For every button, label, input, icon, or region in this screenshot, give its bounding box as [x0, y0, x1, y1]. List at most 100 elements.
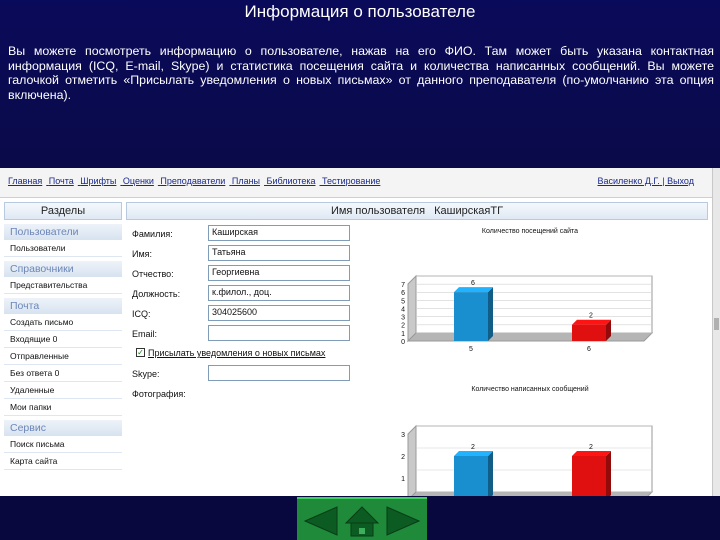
chart-y-tick-label: 1	[401, 476, 405, 483]
vertical-scrollbar[interactable]	[712, 168, 720, 496]
chart-y-tick-label: 4	[401, 306, 405, 313]
sidebar-section-users: Пользователи	[4, 224, 122, 240]
field-label: Email:	[132, 329, 158, 339]
patronymic-field[interactable]: Георгиевна	[208, 265, 350, 281]
sidebar-section-mail: Почта	[4, 298, 122, 314]
field-row-icq: ICQ: 304025600	[130, 304, 352, 324]
chart-back-wall	[415, 425, 653, 493]
top-nav: Главная Почта Шрифты Оценки Преподавател…	[8, 176, 384, 186]
chart-data-label: 6	[471, 280, 475, 287]
sidebar-section-directories: Справочники	[4, 261, 122, 277]
profile-header-label: Имя пользователя	[330, 205, 426, 217]
sidebar-item-unanswered[interactable]: Без ответа 0	[4, 365, 122, 382]
prev-arrow-icon[interactable]	[303, 505, 339, 537]
field-label: Отчество:	[132, 269, 174, 279]
chart-bar	[572, 324, 606, 341]
nav-main[interactable]: Главная	[8, 176, 42, 186]
sidebar-item-compose[interactable]: Создать письмо	[4, 314, 122, 331]
field-row-lastname: Фамилия: Каширская	[130, 224, 352, 244]
current-user-link[interactable]: Василенко Д.Г.	[598, 176, 660, 186]
nav-library[interactable]: Библиотека	[267, 176, 316, 186]
chart-bar-top	[572, 451, 611, 456]
sidebar-item-sent[interactable]: Отправленные	[4, 348, 122, 365]
field-row-email: Email:	[130, 324, 352, 344]
top-navigation-bar: Главная Почта Шрифты Оценки Преподавател…	[0, 168, 712, 198]
skype-field[interactable]	[208, 365, 350, 381]
firstname-field[interactable]: Татьяна	[208, 245, 350, 261]
sidebar-section-service: Сервис	[4, 420, 122, 436]
notify-row: ✓ Присылать уведомления о новых письмах	[130, 344, 352, 364]
chart-back-wall	[415, 275, 653, 334]
browser-screenshot: Главная Почта Шрифты Оценки Преподавател…	[0, 168, 720, 496]
field-row-firstname: Имя: Татьяна	[130, 244, 352, 264]
user-links: Василенко Д.Г. | Выход	[598, 176, 694, 186]
nav-testing[interactable]: Тестирование	[322, 176, 380, 186]
nav-grades[interactable]: Оценки	[123, 176, 154, 186]
chart-y-tick-label: 2	[401, 454, 405, 461]
field-row-patronymic: Отчество: Георгиевна	[130, 264, 352, 284]
nav-teachers[interactable]: Преподаватели	[160, 176, 225, 186]
field-label: Фотография:	[132, 389, 186, 399]
chart-bar	[454, 456, 488, 496]
chart-bar-top	[572, 319, 611, 325]
nav-fonts[interactable]: Шрифты	[80, 176, 116, 186]
chart-y-tick-label: 3	[401, 315, 405, 322]
field-label: Должность:	[132, 289, 181, 299]
chart-bar-side	[488, 287, 493, 341]
chart-side-wall	[407, 274, 417, 343]
chart-bar	[572, 456, 606, 496]
nav-plans[interactable]: Планы	[232, 176, 260, 186]
chart-bar-side	[488, 451, 493, 496]
chart-y-tick-label: 1	[401, 331, 405, 338]
scrollbar-thumb[interactable]	[714, 318, 719, 330]
profile-header-username: КаширскаяТГ	[434, 205, 504, 217]
lastname-field[interactable]: Каширская	[208, 225, 350, 241]
sidebar-item-deleted[interactable]: Удаленные	[4, 382, 122, 399]
home-icon[interactable]	[344, 505, 380, 537]
chart-y-tick-label: 2	[401, 323, 405, 330]
chart-title: Количество посещений сайта	[482, 227, 578, 235]
field-label: Имя:	[132, 249, 153, 259]
chart-y-tick-label: 5	[401, 298, 405, 305]
position-field[interactable]: к.филол., доц.	[208, 285, 350, 301]
notify-checkbox[interactable]: ✓	[136, 348, 145, 357]
field-row-photo: Фотография:	[130, 384, 352, 404]
chart-data-label: 2	[471, 444, 475, 451]
sidebar-item-representations[interactable]: Представительства	[4, 277, 122, 294]
visits-chart: Количество посещений сайта012345676526Ме…	[401, 227, 654, 353]
sidebar-item-my-folders[interactable]: Мои папки	[4, 399, 122, 416]
chart-x-tick-label: 6	[587, 346, 591, 353]
profile-header: Имя пользователя КаширскаяТГ	[126, 202, 708, 220]
chart-side-wall	[407, 424, 417, 496]
chart-data-label: 2	[589, 444, 593, 451]
sidebar-item-inbox[interactable]: Входящие 0	[4, 331, 122, 348]
chart-data-label: 2	[589, 313, 593, 320]
slide-navigation	[297, 497, 427, 540]
chart-floor	[406, 332, 654, 342]
notify-label: Присылать уведомления о новых письмах	[148, 348, 326, 358]
chart-title: Количество написанных сообщений	[471, 385, 588, 393]
next-arrow-icon[interactable]	[385, 505, 421, 537]
email-field[interactable]	[208, 325, 350, 341]
sidebar-item-sitemap[interactable]: Карта сайта	[4, 453, 122, 470]
field-label: Фамилия:	[132, 229, 173, 239]
sidebar-header: Разделы	[4, 202, 122, 220]
logout-link[interactable]: Выход	[667, 176, 694, 186]
chart-bar-top	[454, 287, 493, 293]
slide-description: Вы можете посмотреть информацию о пользо…	[8, 44, 714, 102]
nav-mail[interactable]: Почта	[49, 176, 74, 186]
chart-floor	[411, 491, 654, 496]
slide-title: Информация о пользователе	[244, 2, 476, 21]
icq-field[interactable]: 304025600	[208, 305, 350, 321]
chart-bar-top	[454, 451, 493, 456]
sidebar-item-users[interactable]: Пользователи	[4, 240, 122, 257]
sidebar-item-search-mail[interactable]: Поиск письма	[4, 436, 122, 453]
profile-panel: Имя пользователя КаширскаяТГ Фамилия: Ка…	[126, 202, 708, 496]
profile-form: Фамилия: Каширская Имя: Татьяна Отчество…	[130, 224, 352, 404]
chart-bar-side	[606, 451, 611, 496]
field-label: Skype:	[132, 369, 160, 379]
field-row-skype: Skype:	[130, 364, 352, 384]
messages-chart: Количество написанных сообщений012322	[401, 385, 654, 496]
chart-y-tick-label: 0	[401, 339, 405, 346]
chart-x-tick-label: 5	[469, 346, 473, 353]
